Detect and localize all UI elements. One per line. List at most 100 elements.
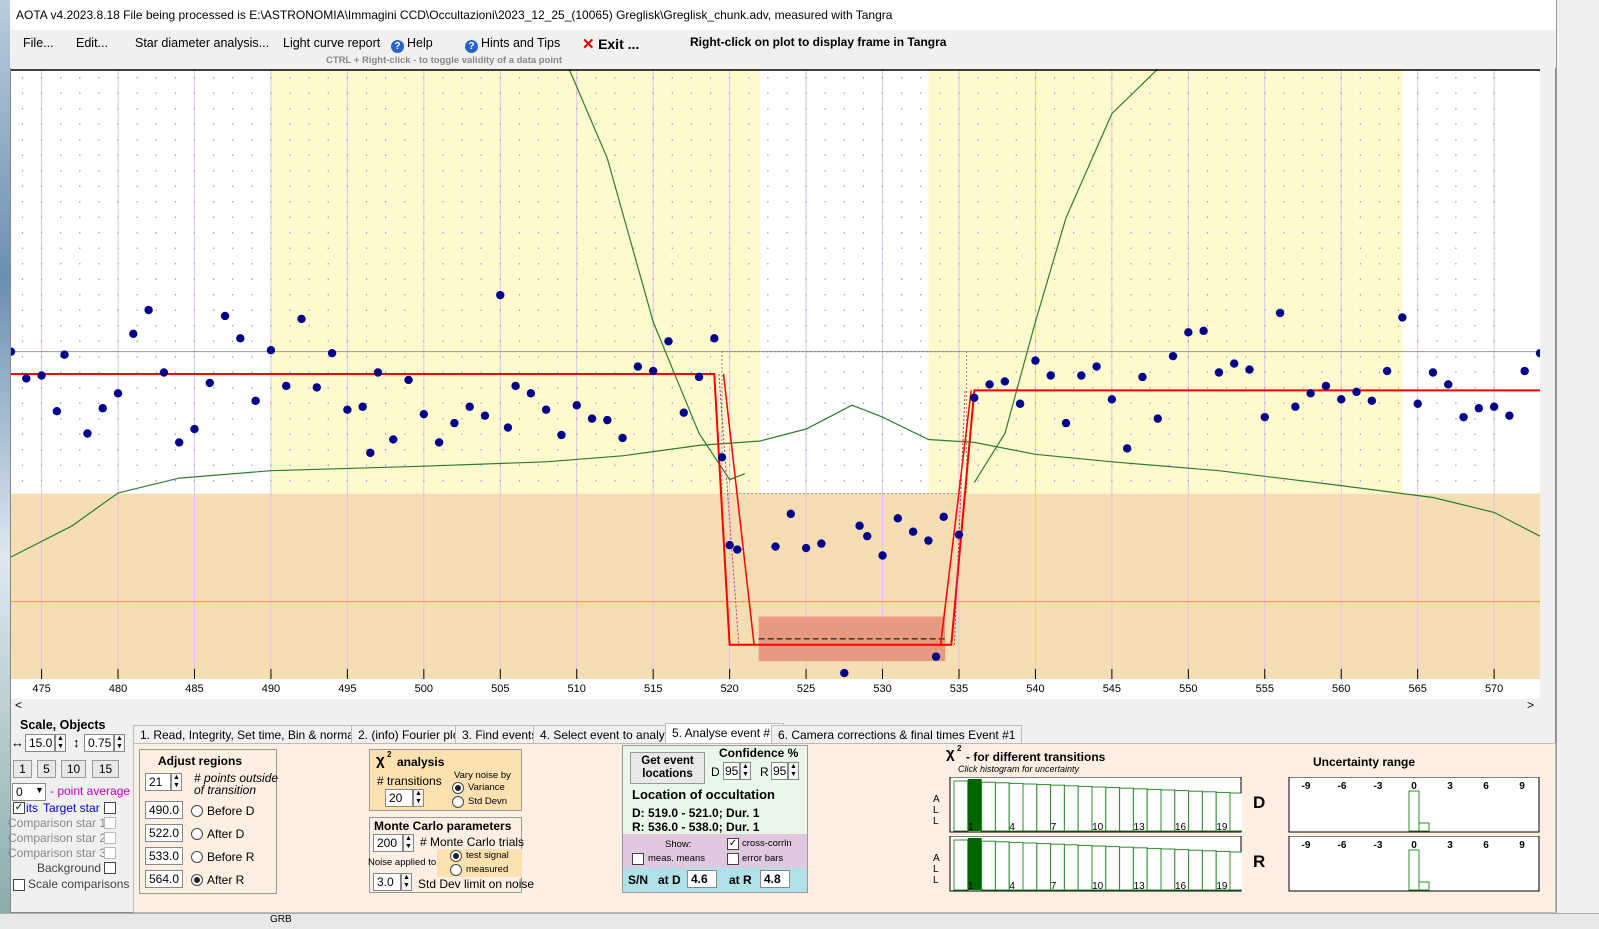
plot-horizontal-scrollbar[interactable]: < > (11, 698, 1540, 713)
menu-light-curve-report[interactable]: Light curve report (283, 36, 380, 50)
cross-corrln-checkbox[interactable]: ✓ (727, 838, 739, 850)
confidence-r-label: R (760, 765, 769, 779)
target-star-checkbox[interactable] (104, 802, 116, 814)
tab-select-event[interactable]: 4. Select event to analyse (533, 725, 685, 743)
data-point (266, 345, 276, 355)
uncertainty-range-title: Uncertainty range (1313, 755, 1416, 769)
transitions-stepper[interactable]: ▲ ▼ (413, 789, 424, 807)
menu-star-diameter[interactable]: Star diameter analysis... (135, 36, 269, 50)
horizontal-scale-stepper[interactable]: ▲ ▼ (55, 734, 66, 752)
adjust-regions-title: Adjust regions (158, 754, 243, 768)
noise-measured-radio[interactable] (450, 864, 462, 876)
chevron-down-icon[interactable]: ▼ (35, 785, 44, 795)
hist-bin-label: 1 (968, 822, 974, 833)
comparison-star-1-checkbox[interactable] (104, 817, 116, 829)
noise-test-signal-radio[interactable] (450, 850, 462, 862)
vertical-scale-input[interactable]: 0.75 (84, 734, 114, 752)
comparison-star-2-checkbox[interactable] (104, 832, 116, 844)
data-point (679, 408, 688, 417)
scale-comparisons-checkbox[interactable] (13, 879, 25, 891)
data-point (1077, 371, 1086, 380)
horizontal-scale-input[interactable]: 15.0 (25, 734, 55, 752)
std-dev-limit-stepper[interactable]: ▲ ▼ (401, 873, 412, 891)
tab-camera-corrections[interactable]: 6. Camera corrections & final times Even… (771, 725, 1023, 743)
uncertainty-label: 3 (1447, 781, 1453, 792)
hist-bar (1119, 787, 1134, 832)
background-checkbox[interactable] (104, 862, 116, 874)
points-outside-stepper[interactable]: ▲ ▼ (171, 773, 182, 791)
get-event-locations-button[interactable]: Get event locations (630, 752, 705, 784)
data-point (985, 380, 994, 389)
error-bars-label: error bars (742, 853, 784, 864)
before-r-radio[interactable] (191, 851, 203, 863)
monte-carlo-trials-input[interactable]: 200 (373, 834, 403, 852)
tab-read-integrity[interactable]: 1. Read, Integrity, Set time, Bin & norm… (133, 725, 379, 743)
data-point (1275, 308, 1285, 318)
x-tick-label: 495 (338, 683, 356, 695)
zoom-15-button[interactable]: 15 (92, 760, 119, 778)
before-d-radio[interactable] (191, 805, 203, 817)
background-label: Background (37, 861, 102, 875)
chi2-hist-subtitle: Click histogram for uncertainty (958, 764, 1080, 774)
zoom-5-button[interactable]: 5 (37, 760, 56, 778)
meas-means-label: meas. means (648, 853, 706, 864)
hist-d-label: D (1253, 793, 1266, 812)
data-point (1352, 387, 1361, 397)
after-d-input[interactable]: 522.0 (145, 824, 183, 842)
data-point (526, 389, 536, 398)
after-r-radio[interactable] (191, 874, 203, 886)
monte-carlo-trials-stepper[interactable]: ▲ ▼ (403, 834, 414, 852)
points-outside-input[interactable]: 21 (145, 773, 171, 791)
menu-hints[interactable]: ? Hints and Tips (465, 36, 560, 53)
error-bars-checkbox[interactable] (727, 853, 739, 865)
vary-stddev-radio[interactable] (452, 796, 464, 808)
uncertainty-label: -3 (1374, 781, 1383, 792)
vary-noise-label: Vary noise by (454, 770, 511, 781)
uncertainty-label: 9 (1519, 781, 1525, 792)
data-point (1321, 381, 1331, 391)
plot-target-checkbox[interactable]: ✓ (13, 802, 25, 814)
noise-test-signal-label: test signal (466, 850, 509, 861)
tab-fourier-plot[interactable]: 2. (info) Fourier plot (351, 725, 470, 743)
comparison-star-2-label: Comparison star 2 (8, 831, 107, 845)
confidence-d-stepper[interactable]: ▲ ▼ (740, 762, 751, 780)
data-point (190, 424, 199, 434)
data-point (664, 337, 673, 346)
hist-bin-label: 7 (1051, 881, 1057, 892)
before-r-input[interactable]: 533.0 (145, 847, 183, 865)
scroll-right-arrow-icon[interactable]: > (1527, 698, 1534, 712)
hist-chi-superscript: 2 (957, 744, 962, 753)
comparison-star-3-checkbox[interactable] (104, 847, 116, 859)
confidence-d-input[interactable]: 95 (723, 762, 740, 780)
hist-r-label: R (1253, 852, 1266, 871)
tab-find-events[interactable]: 3. Find events (455, 725, 545, 743)
chi2-hist-title: - for different transitions (966, 750, 1106, 764)
chi2-histogram-d[interactable]: ALL 1 4 7 10 13 16 19 (930, 777, 1242, 833)
x-tick-label: 560 (1332, 683, 1350, 695)
vary-variance-radio[interactable] (452, 782, 464, 794)
menu-help[interactable]: ? Help (391, 36, 433, 53)
data-point (1168, 351, 1178, 361)
data-point (1291, 402, 1300, 411)
confidence-r-stepper[interactable]: ▲ ▼ (788, 762, 799, 780)
after-d-radio[interactable] (191, 828, 203, 840)
tab-analyse-event[interactable]: 5. Analyse event #1 (665, 723, 784, 744)
confidence-r-input[interactable]: 95 (771, 762, 788, 780)
menu-edit[interactable]: Edit... (76, 36, 108, 50)
point-average-label: - point average (50, 784, 131, 798)
before-d-input[interactable]: 490.0 (145, 801, 183, 819)
zoom-10-button[interactable]: 10 (61, 760, 86, 778)
vertical-scale-stepper[interactable]: ▲ ▼ (114, 734, 125, 752)
menu-file[interactable]: File... (23, 36, 54, 50)
chi2-histogram-r[interactable]: ALL 1 4 7 10 13 16 19 (930, 836, 1242, 892)
zoom-1-button[interactable]: 1 (13, 760, 32, 778)
light-curve-plot[interactable]: 475 480 485 490 495 500 505 510 515 520 525 530 535 5… (11, 69, 1540, 699)
std-dev-limit-input[interactable]: 3.0 (373, 873, 401, 891)
data-point (710, 334, 719, 343)
menu-exit-button[interactable]: ✕ Exit ... (582, 35, 639, 53)
after-r-input[interactable]: 564.0 (145, 870, 183, 888)
scroll-left-arrow-icon[interactable]: < (15, 698, 22, 712)
meas-means-checkbox[interactable] (632, 853, 644, 865)
transitions-input[interactable]: 20 (385, 789, 413, 807)
data-point (1520, 366, 1529, 376)
